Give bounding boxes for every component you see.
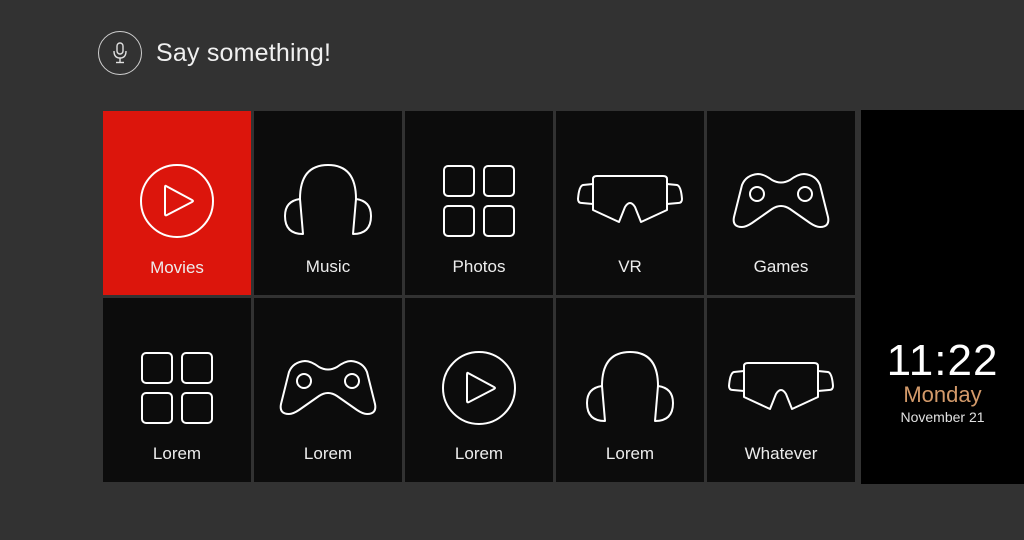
- grid-icon: [141, 352, 213, 424]
- tile-label: Lorem: [605, 444, 655, 463]
- tile-label: Lorem: [454, 444, 504, 463]
- tile-lorem-2[interactable]: Lorem: [254, 298, 402, 482]
- clock-date: November 21: [900, 409, 985, 425]
- headphones-icon: [284, 164, 372, 235]
- voice-prompt: Say something!: [156, 38, 332, 67]
- tile-label: Movies: [150, 258, 204, 277]
- tile-label: Lorem: [152, 444, 202, 463]
- tile-label: Whatever: [744, 444, 818, 463]
- tile-games[interactable]: Games: [707, 111, 855, 295]
- tile-label: Photos: [452, 257, 506, 276]
- voice-search[interactable]: Say something!: [98, 31, 331, 75]
- microphone-button[interactable]: [98, 31, 142, 75]
- gamepad-icon: [279, 360, 377, 415]
- tile-music[interactable]: Music: [254, 111, 402, 295]
- tile-vr[interactable]: VR: [556, 111, 704, 295]
- grid-icon: [443, 165, 515, 237]
- vr-headset-icon: [728, 362, 834, 410]
- clock-panel: 11:22 Monday November 21: [861, 110, 1024, 484]
- tile-label: Games: [753, 257, 809, 276]
- clock-time: 11:22: [886, 336, 999, 385]
- tile-label: VR: [618, 257, 642, 276]
- vr-headset-icon: [577, 175, 683, 223]
- tile-label: Music: [305, 257, 351, 276]
- tile-lorem-3[interactable]: Lorem: [405, 298, 553, 482]
- play-circle-icon: [442, 351, 516, 425]
- tile-whatever[interactable]: Whatever: [707, 298, 855, 482]
- tile-lorem-1[interactable]: Lorem: [103, 298, 251, 482]
- play-circle-icon: [140, 164, 214, 238]
- clock-day: Monday: [903, 382, 982, 407]
- headphones-icon: [586, 351, 674, 422]
- app-grid: Movies Music Photos VR Games Lorem Lorem…: [103, 111, 855, 482]
- microphone-icon: [113, 42, 127, 64]
- tile-lorem-4[interactable]: Lorem: [556, 298, 704, 482]
- gamepad-icon: [732, 173, 830, 228]
- tile-photos[interactable]: Photos: [405, 111, 553, 295]
- tile-movies[interactable]: Movies: [103, 111, 251, 295]
- tile-label: Lorem: [303, 444, 353, 463]
